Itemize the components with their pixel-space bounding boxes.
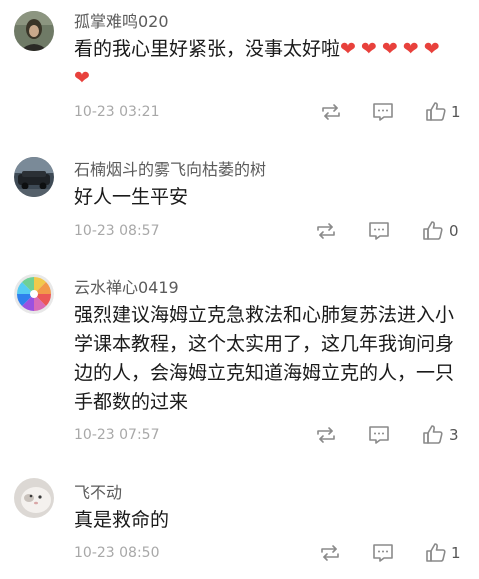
comment-item: 孤掌难鸣020 看的我心里好紧张，没事太好啦❤❤❤❤❤❤ 10-23 03:21 [0, 0, 479, 135]
username[interactable]: 石楠烟斗的雾飞向枯萎的树 [74, 160, 266, 180]
like-count: 1 [451, 544, 461, 562]
timestamp: 10-23 07:57 [74, 427, 160, 443]
like-count: 1 [451, 103, 461, 121]
comment-text: 强烈建议海姆立克急救法和心肺复苏法进入小学课本教程，这个太实用了，这几年我询问身… [74, 304, 455, 413]
comment-item: 云水禅心0419 强烈建议海姆立克急救法和心肺复苏法进入小学课本教程，这个太实用… [0, 255, 479, 455]
thumbs-up-icon[interactable] [424, 541, 448, 565]
like-count: 3 [449, 426, 459, 444]
thumbs-up-icon[interactable] [424, 100, 448, 124]
repost-icon[interactable] [314, 423, 338, 447]
comment-icon[interactable] [367, 423, 391, 447]
comment-icon[interactable] [371, 541, 395, 565]
comment-text-body: 看的我心里好紧张，没事太好啦 [74, 38, 341, 60]
timestamp: 10-23 03:21 [74, 104, 160, 120]
comment-text: 看的我心里好紧张，没事太好啦❤❤❤❤❤❤ [74, 35, 464, 93]
comment-icon[interactable] [371, 100, 395, 124]
thumbs-up-icon[interactable] [421, 219, 445, 243]
avatar[interactable] [14, 274, 54, 314]
username[interactable]: 飞不动 [74, 483, 122, 503]
comment-item: 石楠烟斗的雾飞向枯萎的树 好人一生平安 10-23 08:57 0 [0, 135, 479, 255]
comment-icon[interactable] [367, 219, 391, 243]
username[interactable]: 云水禅心0419 [74, 278, 179, 298]
repost-icon[interactable] [319, 100, 343, 124]
repost-icon[interactable] [314, 219, 338, 243]
comment-list: 孤掌难鸣020 看的我心里好紧张，没事太好啦❤❤❤❤❤❤ 10-23 03:21 [0, 0, 479, 579]
comment-text: 好人一生平安 [74, 186, 189, 208]
comment-text: 真是救命的 [74, 509, 170, 531]
username[interactable]: 孤掌难鸣020 [74, 12, 169, 32]
thumbs-up-icon[interactable] [421, 423, 445, 447]
avatar[interactable] [14, 11, 54, 51]
like-count: 0 [449, 222, 459, 240]
repost-icon[interactable] [318, 541, 342, 565]
comment-item: 飞不动 真是救命的 10-23 08:50 1 [0, 455, 479, 579]
timestamp: 10-23 08:57 [74, 223, 160, 239]
timestamp: 10-23 08:50 [74, 545, 160, 561]
avatar[interactable] [14, 157, 54, 197]
avatar[interactable] [14, 478, 54, 518]
